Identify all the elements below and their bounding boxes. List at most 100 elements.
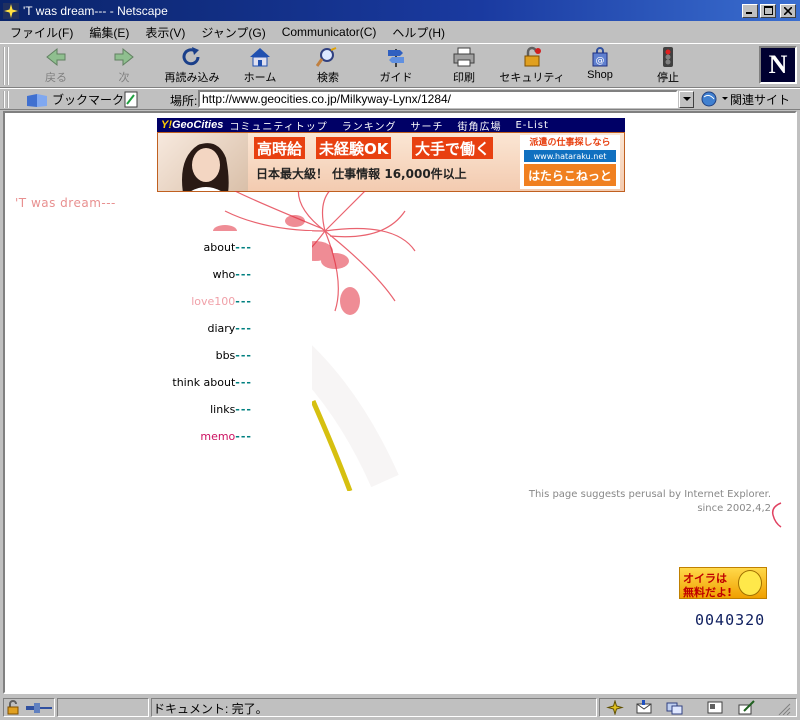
maximize-icon <box>763 6 773 15</box>
menu-help[interactable]: ヘルプ(H) <box>384 24 453 41</box>
mail-component-icon[interactable] <box>636 700 654 715</box>
resize-grip-icon[interactable] <box>774 700 792 715</box>
nav-about[interactable]: about--- <box>204 241 252 254</box>
search-label: 検索 <box>317 72 339 84</box>
guide-label: ガイド <box>379 72 413 84</box>
reload-label: 再読み込み <box>164 72 220 84</box>
nav-bbs-dash: --- <box>235 349 252 362</box>
unlocked-padlock-icon[interactable] <box>6 700 22 715</box>
maximize-button[interactable] <box>760 3 776 18</box>
address-book-component-icon[interactable] <box>706 700 724 715</box>
shopping-bag-icon: @ <box>592 47 608 67</box>
nav-bbs-label: bbs <box>215 349 236 362</box>
search-button[interactable]: 検索 <box>294 46 362 86</box>
reload-button[interactable]: 再読み込み <box>158 46 226 86</box>
minimize-icon <box>746 12 752 14</box>
guide-button[interactable]: ガイド <box>362 46 430 86</box>
forward-label: 次 <box>118 72 130 84</box>
print-button[interactable]: 印刷 <box>430 46 498 86</box>
status-message: ドキュメント: 完了。 <box>153 702 268 716</box>
nav-bbs[interactable]: bbs--- <box>216 349 252 362</box>
padlock-icon <box>524 46 541 67</box>
back-button[interactable]: 戻る <box>22 46 90 86</box>
close-button[interactable] <box>780 3 796 18</box>
security-label: セキュリティ <box>499 72 565 84</box>
search-icon <box>316 47 337 67</box>
printer-icon <box>453 47 475 67</box>
nav-diary[interactable]: diary--- <box>207 322 252 335</box>
title-bar: 'T was dream--- - Netscape <box>0 0 800 22</box>
shop-button[interactable]: @ Shop <box>566 46 634 86</box>
location-grip[interactable] <box>3 91 9 108</box>
forward-button[interactable]: 次 <box>90 46 158 86</box>
status-security-cell <box>3 698 55 717</box>
minimize-button[interactable] <box>742 3 758 18</box>
nav-links-dash: --- <box>235 403 252 416</box>
window-title: 'T was dream--- - Netscape <box>23 3 168 18</box>
newsgroups-component-icon[interactable] <box>666 700 684 715</box>
menu-view[interactable]: 表示(V) <box>137 24 193 41</box>
url-history-dropdown[interactable] <box>679 91 694 108</box>
bookmarks-button[interactable]: ブックマーク <box>26 91 124 108</box>
netscape-logo[interactable]: N <box>759 46 797 84</box>
stop-button[interactable]: 停止 <box>634 46 702 86</box>
visitor-counter: 0040320 <box>695 611 766 629</box>
nav-who-label: who <box>212 268 236 281</box>
svg-text:@: @ <box>596 56 605 66</box>
nav-links[interactable]: links--- <box>210 403 252 416</box>
back-arrow-icon <box>46 47 66 67</box>
geocities-nav-search[interactable]: サーチ <box>410 118 457 133</box>
nav-panel-background <box>157 231 312 451</box>
toolbar-grip[interactable] <box>3 47 9 85</box>
connection-plug-icon <box>26 703 52 713</box>
banner-side-brand: はたらこねっと <box>524 164 616 186</box>
banner-side-panel: 派遣の仕事探しなら www.hataraku.net はたらこねっと <box>520 135 620 189</box>
page-proxy-icon[interactable] <box>122 91 140 108</box>
badge-text-line2: 無料だよ! <box>683 586 733 599</box>
browser-suggestion-note: This page suggests perusal by Internet E… <box>528 489 771 500</box>
home-button[interactable]: ホーム <box>226 46 294 86</box>
home-icon <box>250 48 270 67</box>
related-sites-button[interactable]: 関連サイト <box>700 90 790 108</box>
nav-think-about-label: think about <box>172 376 236 389</box>
nav-about-label: about <box>203 241 236 254</box>
nav-love100-dash: --- <box>235 295 252 308</box>
geocities-logo[interactable]: Y!GeoCities <box>157 119 229 131</box>
geocities-nav-elist[interactable]: E-List <box>515 120 562 131</box>
geocities-nav-community[interactable]: コミュニティトップ <box>229 118 341 133</box>
status-bar: ドキュメント: 完了。 <box>0 696 800 720</box>
since-date-note: since 2002,4,2 <box>697 503 771 514</box>
geocities-logo-text: GeoCities <box>172 119 224 131</box>
nav-think-about-dash: --- <box>235 376 252 389</box>
page-content: Y!GeoCities コミュニティトップ ランキング サーチ 街角広場 E-L… <box>3 111 797 694</box>
nav-memo-dash: --- <box>235 430 252 443</box>
location-label: 場所: <box>170 94 198 108</box>
menu-communicator[interactable]: Communicator(C) <box>274 25 385 39</box>
bookmarks-icon <box>27 93 47 107</box>
menu-go[interactable]: ジャンプ(G) <box>193 24 273 41</box>
composer-component-icon[interactable] <box>738 700 756 715</box>
navigation-toolbar: 戻る 次 再読み込み ホーム 検索 ガイド 印刷 セキュリティ @ Shop 停… <box>0 43 800 88</box>
nav-love100-label: love100 <box>191 295 236 308</box>
nav-think-about[interactable]: think about--- <box>172 376 252 389</box>
geocities-navbar: Y!GeoCities コミュニティトップ ランキング サーチ 街角広場 E-L… <box>157 118 625 133</box>
menu-file[interactable]: ファイル(F) <box>2 24 81 41</box>
nav-who[interactable]: who--- <box>213 268 252 281</box>
related-sites-icon <box>701 91 717 107</box>
security-button[interactable]: セキュリティ <box>498 46 566 86</box>
url-input[interactable]: http://www.geocities.co.jp/Milkyway-Lynx… <box>198 90 678 108</box>
chevron-down-icon <box>682 97 691 101</box>
nav-love100[interactable]: love100--- <box>191 295 252 308</box>
banner-person-image <box>182 143 229 191</box>
navigator-component-icon[interactable] <box>606 700 624 715</box>
geocities-nav-ranking[interactable]: ランキング <box>342 118 411 133</box>
geocities-nav-plaza[interactable]: 街角広場 <box>457 118 515 133</box>
ad-banner[interactable]: 高時給 未経験OK 大手で働く 日本最大級！ 仕事情報 16,000件以上 派遣… <box>157 132 625 192</box>
banner-photo <box>158 133 248 191</box>
geocities-logo-yahoo: Y! <box>161 119 172 131</box>
stop-label: 停止 <box>657 72 679 84</box>
nav-memo[interactable]: memo--- <box>200 430 252 443</box>
menu-edit[interactable]: 編集(E) <box>81 24 137 41</box>
reload-icon <box>182 47 200 66</box>
free-hosting-badge[interactable]: オイラは 無料だよ! <box>679 567 767 599</box>
